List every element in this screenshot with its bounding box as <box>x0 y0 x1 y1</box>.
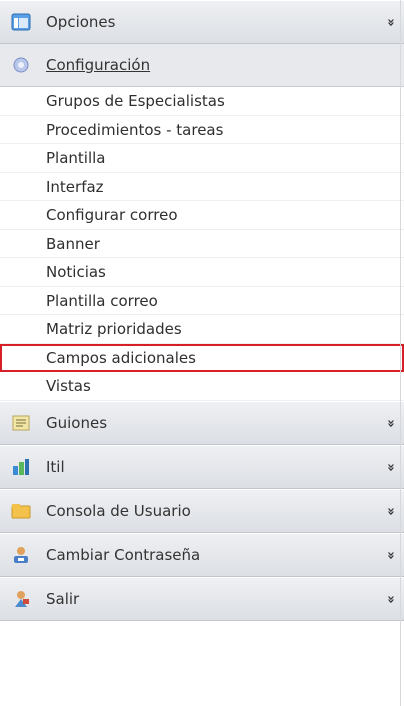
chevron-down-icon[interactable]: » <box>383 595 398 602</box>
section-salir-label: Salir <box>46 589 80 608</box>
section-salir[interactable]: Salir » <box>0 576 404 621</box>
section-consola-usuario-label: Consola de Usuario <box>46 501 191 520</box>
submenu-item-configurar-correo[interactable]: Configurar correo <box>0 201 404 230</box>
section-configuracion[interactable]: Configuración <box>0 44 404 87</box>
panel-right-border <box>400 0 401 706</box>
notepad-icon <box>12 415 30 430</box>
section-cambiar-contrasena-label: Cambiar Contraseña <box>46 545 201 564</box>
chevron-down-icon[interactable]: » <box>383 507 398 514</box>
gear-icon <box>13 57 29 73</box>
section-opciones[interactable]: Opciones » <box>0 0 404 44</box>
section-guiones[interactable]: Guiones » <box>0 400 404 445</box>
chevron-down-icon[interactable]: » <box>383 18 398 25</box>
configuracion-submenu: Grupos de Especialistas Procedimientos -… <box>0 87 404 401</box>
folder-icon <box>11 503 31 518</box>
section-cambiar-contrasena[interactable]: Cambiar Contraseña » <box>0 532 404 577</box>
chevron-down-icon[interactable]: » <box>383 551 398 558</box>
section-itil-label: Itil <box>46 457 65 476</box>
submenu-item-plantilla-correo[interactable]: Plantilla correo <box>0 287 404 315</box>
submenu-item-matriz-prioridades[interactable]: Matriz prioridades <box>0 315 404 344</box>
chevron-down-icon[interactable]: » <box>383 419 398 426</box>
submenu-item-interfaz[interactable]: Interfaz <box>0 173 404 201</box>
submenu-item-banner[interactable]: Banner <box>0 230 404 258</box>
submenu-item-plantilla[interactable]: Plantilla <box>0 144 404 173</box>
window-icon <box>11 13 31 31</box>
chevron-down-icon[interactable]: » <box>383 463 398 470</box>
user-key-icon <box>14 546 28 563</box>
section-guiones-label: Guiones <box>46 413 108 432</box>
submenu-item-grupos-especialistas[interactable]: Grupos de Especialistas <box>0 87 404 116</box>
section-consola-usuario[interactable]: Consola de Usuario » <box>0 488 404 533</box>
submenu-item-noticias[interactable]: Noticias <box>0 258 404 287</box>
exit-user-icon <box>15 590 29 607</box>
navigation-panel: Opciones » Configuración Grupos de Espec… <box>0 0 404 706</box>
stack-icon <box>13 458 29 475</box>
submenu-item-vistas[interactable]: Vistas <box>0 372 404 401</box>
submenu-item-campos-adicionales[interactable]: Campos adicionales <box>0 343 404 372</box>
section-configuracion-label[interactable]: Configuración <box>46 56 150 74</box>
submenu-item-procedimientos-tareas[interactable]: Procedimientos - tareas <box>0 116 404 144</box>
section-itil[interactable]: Itil » <box>0 444 404 489</box>
section-opciones-label: Opciones <box>46 13 116 31</box>
